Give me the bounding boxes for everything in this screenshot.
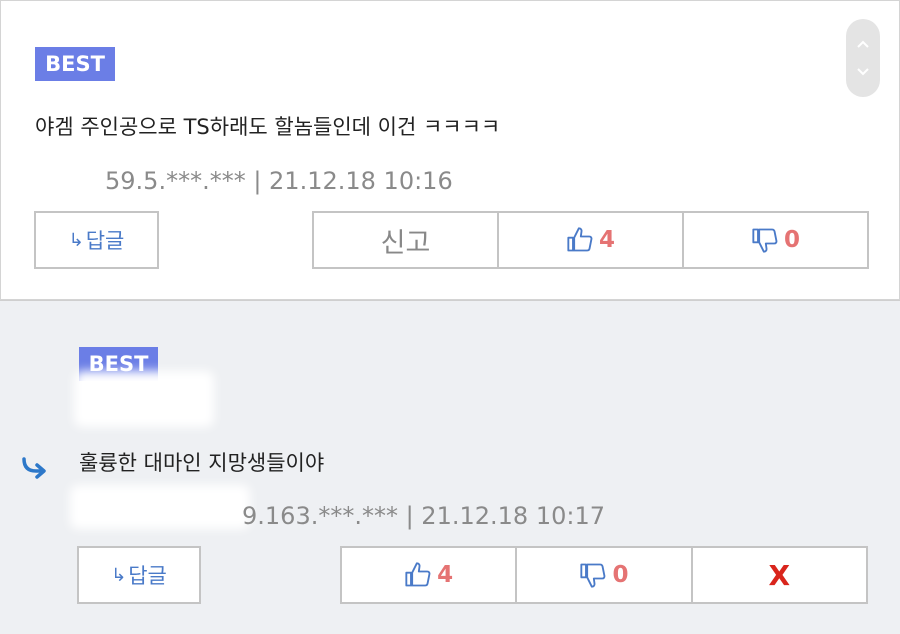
comment-meta: 59.5.***.*** | 21.12.18 10:16 — [105, 167, 453, 195]
report-label: 신고 — [380, 227, 431, 259]
dislike-count: 0 — [612, 562, 629, 588]
like-button[interactable]: 4 — [497, 213, 682, 267]
like-button[interactable]: 4 — [342, 548, 515, 602]
comment-actions: 신고 4 0 — [312, 211, 869, 269]
report-button[interactable]: 신고 — [314, 213, 497, 267]
thumbs-up-icon — [567, 227, 593, 252]
like-count: 4 — [598, 227, 615, 253]
comment-1: BEST 야겜 주인공으로 TS하래도 할놈들인데 이건 ㅋㅋㅋㅋ 59.5.*… — [0, 0, 900, 300]
scroll-up-icon[interactable] — [856, 39, 870, 49]
delete-button[interactable]: X — [690, 548, 866, 602]
best-badge: BEST — [35, 47, 115, 81]
reply-button[interactable]: ↳ 답글 — [77, 546, 201, 604]
thumbs-down-icon — [580, 563, 606, 588]
comment-text: 훌륭한 대마인 지망생들이야 — [79, 451, 325, 475]
redacted-nickname — [74, 371, 214, 427]
reply-arrow-icon: ↳ — [111, 564, 127, 586]
reply-button[interactable]: ↳ 답글 — [34, 211, 159, 269]
thumbs-up-icon — [405, 562, 431, 587]
reply-arrow-icon: ↳ — [68, 229, 84, 251]
thumbs-down-icon — [752, 228, 778, 253]
delete-label: X — [768, 558, 791, 592]
reply-label: 답글 — [85, 229, 125, 253]
comment-text: 야겜 주인공으로 TS하래도 할놈들인데 이건 ㅋㅋㅋㅋ — [35, 115, 501, 139]
scroll-down-icon[interactable] — [856, 67, 870, 77]
reply-indicator-icon — [22, 457, 46, 479]
like-count: 4 — [437, 562, 454, 588]
dislike-button[interactable]: 0 — [515, 548, 690, 602]
dislike-count: 0 — [783, 227, 800, 253]
comment-actions: 4 0 X — [340, 546, 868, 604]
dislike-button[interactable]: 0 — [682, 213, 867, 267]
scroll-control[interactable] — [846, 19, 880, 97]
reply-label: 답글 — [128, 564, 167, 588]
redacted-nickname-ip — [70, 485, 250, 529]
comment-meta: 9.163.***.*** | 21.12.18 10:17 — [242, 502, 605, 530]
comment-2: BEST 훌륭한 대마인 지망생들이야 9.163.***.*** | 21.1… — [0, 300, 900, 634]
